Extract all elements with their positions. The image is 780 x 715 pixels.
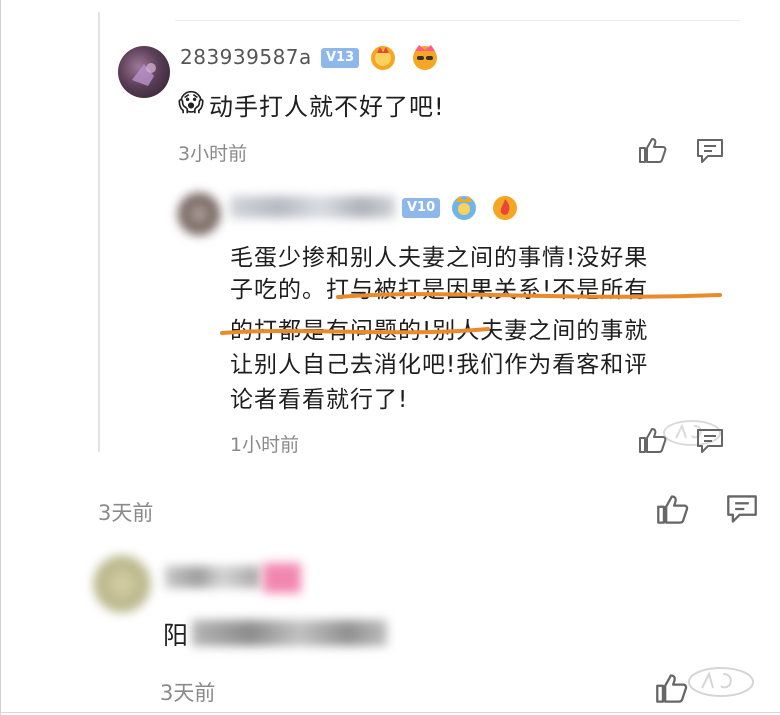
- username[interactable]: 283939587a: [180, 45, 312, 69]
- reply-text-line-1: 毛蛋少掺和别人夫妻之间的事情!没好果: [230, 245, 649, 271]
- frame-bottom-border: [0, 712, 780, 713]
- reply-icon[interactable]: [726, 494, 758, 528]
- watermark-logo-icon: [686, 664, 756, 704]
- frame-left-border: [0, 0, 1, 715]
- reply-level-badge: V10: [402, 198, 441, 218]
- level-badge: V13: [321, 48, 360, 68]
- reply-text-line-4: 让别人自己去消化吧!我们作为看客和评: [230, 352, 649, 378]
- like-icon[interactable]: [655, 672, 689, 708]
- avatar[interactable]: [93, 555, 151, 613]
- scream-emoji-icon: 😱: [178, 88, 205, 117]
- reply-icon[interactable]: [696, 428, 724, 458]
- reply-icon[interactable]: [696, 138, 724, 168]
- star-medal-icon: [448, 191, 480, 227]
- fire-medal-icon: [489, 191, 521, 227]
- like-icon[interactable]: [656, 493, 690, 529]
- comment-time: 3小时前: [178, 143, 248, 165]
- username-blurred[interactable]: [165, 566, 260, 588]
- comment-text: 动手打人就不好了吧!: [209, 93, 445, 121]
- highlight-underline: [220, 292, 722, 335]
- comment-time: 3天前: [160, 681, 216, 705]
- avatar[interactable]: [118, 46, 170, 98]
- like-icon[interactable]: [638, 136, 668, 168]
- comment-text: 阳: [163, 621, 190, 650]
- reply-avatar[interactable]: [178, 193, 220, 235]
- crown-medal-icon: [367, 41, 399, 77]
- sunglasses-medal-icon: [409, 41, 441, 77]
- thread-line: [98, 12, 100, 452]
- badge-blurred: [263, 563, 301, 593]
- top-divider: [175, 20, 740, 21]
- parent-time: 3天前: [98, 501, 154, 525]
- reply-username-blurred[interactable]: [230, 196, 395, 218]
- reply-text-line-5: 论者看看就行了!: [230, 387, 409, 413]
- reply-time: 1小时前: [230, 434, 300, 456]
- comment-text-blurred: [192, 620, 387, 646]
